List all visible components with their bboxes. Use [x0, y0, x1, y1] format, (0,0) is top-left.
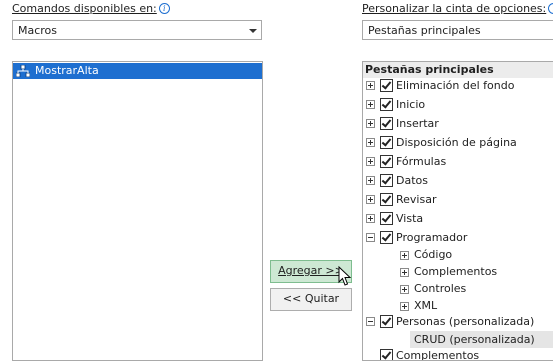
tree-item-label: Eliminación del fondo: [396, 79, 515, 92]
commands-available-text: Comandos disponibles en:: [12, 2, 157, 15]
info-icon: i: [548, 3, 553, 14]
remove-button-label: << Quitar: [282, 292, 340, 305]
tree-item-disposicion-de-pagina[interactable]: Disposición de página: [363, 133, 553, 152]
checkbox[interactable]: [380, 136, 393, 149]
customize-ribbon-label: Personalizar la cinta de opciones:i: [362, 2, 553, 15]
ribbon-tree[interactable]: Pestañas principales Eliminación del fon…: [362, 61, 553, 361]
checkbox[interactable]: [380, 174, 393, 187]
add-button-label: Agregar >>: [278, 264, 344, 277]
tree-item-formulas[interactable]: Fórmulas: [363, 152, 553, 171]
expand-icon[interactable]: [366, 138, 375, 147]
expand-icon[interactable]: [366, 81, 375, 90]
tree-item-vista[interactable]: Vista: [363, 209, 553, 228]
expand-icon[interactable]: [400, 268, 409, 277]
tree-item-revisar[interactable]: Revisar: [363, 190, 553, 209]
commands-source-value: Macros: [18, 24, 58, 37]
chevron-down-icon: [249, 29, 257, 33]
checkbox[interactable]: [380, 155, 393, 168]
info-icon: i: [158, 3, 170, 14]
tree-item-label: Fórmulas: [396, 155, 447, 168]
collapse-icon[interactable]: [366, 233, 375, 242]
tree-item-label: Vista: [396, 212, 424, 225]
tree-item-label: Revisar: [396, 193, 437, 206]
expand-icon[interactable]: [366, 176, 375, 185]
tree-item-inicio[interactable]: Inicio: [363, 95, 553, 114]
tree-subitem-codigo[interactable]: Código: [363, 247, 553, 263]
commands-list[interactable]: MostrarAlta: [12, 61, 263, 361]
tree-item-label: Datos: [396, 174, 428, 187]
expand-icon[interactable]: [366, 214, 375, 223]
tree-subitem-controles[interactable]: Controles: [363, 281, 553, 297]
expand-icon[interactable]: [400, 251, 409, 260]
expand-icon[interactable]: [366, 119, 375, 128]
checkbox[interactable]: [380, 349, 393, 360]
tree-item-programador[interactable]: Programador: [363, 228, 553, 247]
tree-item-label: Programador: [396, 231, 468, 244]
tree-item-personas[interactable]: Personas (personalizada): [363, 312, 553, 331]
checkbox[interactable]: [380, 117, 393, 130]
tree-header-label: Pestañas principales: [365, 63, 494, 76]
commands-source-dropdown[interactable]: Macros: [12, 20, 262, 40]
mouse-pointer-icon: [338, 265, 352, 288]
list-item[interactable]: MostrarAlta: [13, 63, 262, 79]
checkbox[interactable]: [380, 79, 393, 92]
checkbox[interactable]: [380, 193, 393, 206]
expand-icon[interactable]: [366, 157, 375, 166]
macro-icon: [15, 64, 31, 78]
checkbox[interactable]: [380, 98, 393, 111]
tree-item-insertar[interactable]: Insertar: [363, 114, 553, 133]
ribbon-tabs-value: Pestañas principales: [368, 24, 481, 37]
tree-subitem-label: Controles: [414, 282, 467, 295]
list-item-label: MostrarAlta: [35, 64, 99, 77]
tree-item-label: Personas (personalizada): [396, 315, 535, 328]
tree-item-datos[interactable]: Datos: [363, 171, 553, 190]
tree-item-label: Insertar: [396, 117, 439, 130]
tree-item-label: Disposición de página: [396, 136, 517, 149]
remove-button[interactable]: << Quitar: [270, 288, 352, 311]
expand-icon[interactable]: [366, 100, 375, 109]
checkbox[interactable]: [380, 231, 393, 244]
commands-available-label: Comandos disponibles en: i: [12, 2, 170, 15]
customize-ribbon-text: Personalizar la cinta de opciones:: [362, 2, 547, 15]
expand-icon[interactable]: [400, 285, 409, 294]
tree-subitem-label: Código: [414, 248, 453, 261]
tree-subitem-complementos[interactable]: Complementos: [363, 264, 553, 280]
expand-icon[interactable]: [366, 195, 375, 204]
expand-icon[interactable]: [400, 302, 409, 311]
checkbox[interactable]: [380, 315, 393, 328]
checkbox[interactable]: [380, 212, 393, 225]
tree-subitem-label: Complementos: [414, 265, 498, 278]
tree-item-label: Inicio: [396, 98, 426, 111]
collapse-icon[interactable]: [366, 317, 375, 326]
ribbon-tabs-dropdown[interactable]: Pestañas principales: [362, 20, 553, 40]
tree-item-eliminacion-del-fondo[interactable]: Eliminación del fondo: [363, 76, 553, 95]
